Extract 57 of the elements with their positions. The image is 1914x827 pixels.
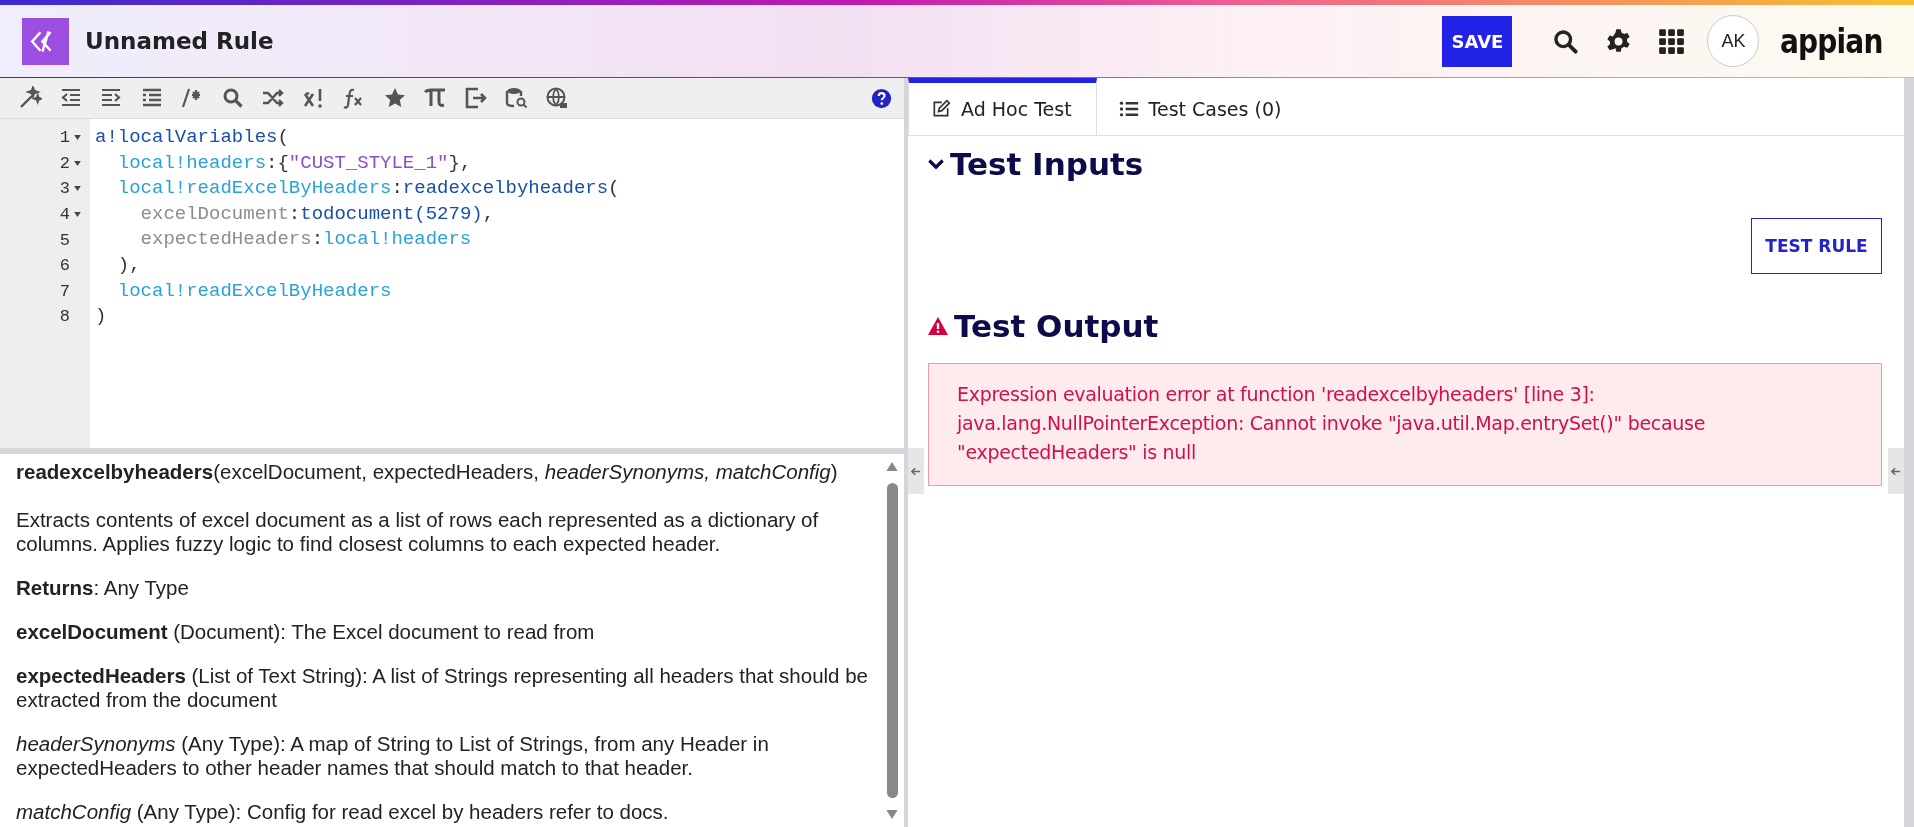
help-icon[interactable] (871, 87, 892, 109)
user-avatar[interactable]: AK (1707, 15, 1760, 67)
error-message: Expression evaluation error at function 'readexcelbyheaders' [line 3]: java.lang.NullPointerException: Cannot invoke "java.util.Map.entrySet()" because "expectedHeaders" is null (928, 363, 1882, 486)
logo: appian (1780, 21, 1883, 61)
warning-icon (928, 317, 948, 335)
database-search-icon[interactable] (504, 86, 528, 110)
code-line: ) (95, 304, 108, 330)
edit-icon (931, 99, 951, 119)
arrow-icon (911, 466, 921, 476)
doc-paragraph: expectedHeaders (List of Text String): A list of Strings representing all headers that should be extracted from the document (16, 664, 868, 712)
line-number: 7 (59, 281, 70, 301)
export-icon[interactable] (463, 86, 488, 110)
test-rule-button[interactable]: TEST RULE (1751, 218, 1882, 274)
doc-paragraph: Extracts contents of excel document as a list of rows each represented as a dictionary of columns. Applies fuzzy logic to find closest columns to each expected header. (16, 508, 820, 556)
section-heading: Test Output (928, 308, 1882, 344)
code-icon (22, 17, 69, 65)
line-number: 8 (59, 307, 70, 327)
search-icon[interactable] (1552, 27, 1580, 55)
apps-grid-icon[interactable] (1658, 27, 1686, 55)
function-signature: readexcelbyheaders(excelDocument, expectedHeaders, headerSynonyms, matchConfig) (16, 460, 839, 484)
code-line: local!headers:{"CUST_STYLE_1"}, (116, 150, 473, 176)
code-line: ), (116, 252, 142, 278)
scroll-up-icon[interactable] (886, 462, 898, 471)
doc-paragraph: excelDocument (Document): The Excel document to read from (16, 620, 596, 644)
doc-paragraph: headerSynonyms (Any Type): A map of String to List of Strings, from any Header in expectedHeaders to other header names that should match to that header. (16, 732, 770, 780)
rule-title: Unnamed Rule (85, 28, 274, 54)
star-icon[interactable] (382, 86, 407, 110)
line-number: 6 (59, 256, 70, 276)
code-line: excelDocument:todocument(5279), (139, 201, 496, 227)
globe-icon[interactable] (544, 86, 569, 110)
collapse-right-button[interactable] (1888, 448, 1904, 494)
code-line: local!readExcelByHeaders (116, 278, 393, 304)
line-number: 5 (59, 230, 70, 250)
code-line: a!localVariables( (95, 125, 290, 150)
line-number: 2 (59, 153, 70, 173)
section-heading[interactable]: Test Inputs (928, 146, 1882, 182)
tab[interactable]: Ad Hoc Test (908, 78, 1097, 135)
fold-arrow-icon[interactable] (73, 186, 81, 192)
line-number: 1 (59, 128, 70, 148)
line-number: 3 (59, 179, 70, 199)
code-line: local!readExcelByHeaders:readexcelbyheaders( (116, 176, 620, 202)
chevron-icon[interactable] (928, 158, 944, 170)
doc-paragraph: matchConfig (Any Type): Config for read excel by headers refer to docs. (16, 800, 670, 824)
code-line: expectedHeaders:local!headers (139, 227, 473, 253)
collapse-left-button[interactable] (908, 448, 924, 494)
magic-wand-icon[interactable] (18, 86, 42, 110)
doc-paragraph: Returns: Any Type (16, 576, 190, 600)
scrollbar[interactable] (1904, 78, 1914, 827)
fold-arrow-icon[interactable] (73, 160, 81, 166)
fold-arrow-icon[interactable] (73, 212, 81, 218)
arrow-icon (1891, 466, 1901, 476)
save-button[interactable]: SAVE (1442, 15, 1513, 67)
scroll-down-icon[interactable] (886, 810, 898, 819)
fold-arrow-icon[interactable] (73, 135, 81, 141)
list-icon (1118, 99, 1139, 119)
line-number: 4 (59, 205, 70, 225)
pi-icon[interactable] (423, 86, 447, 110)
